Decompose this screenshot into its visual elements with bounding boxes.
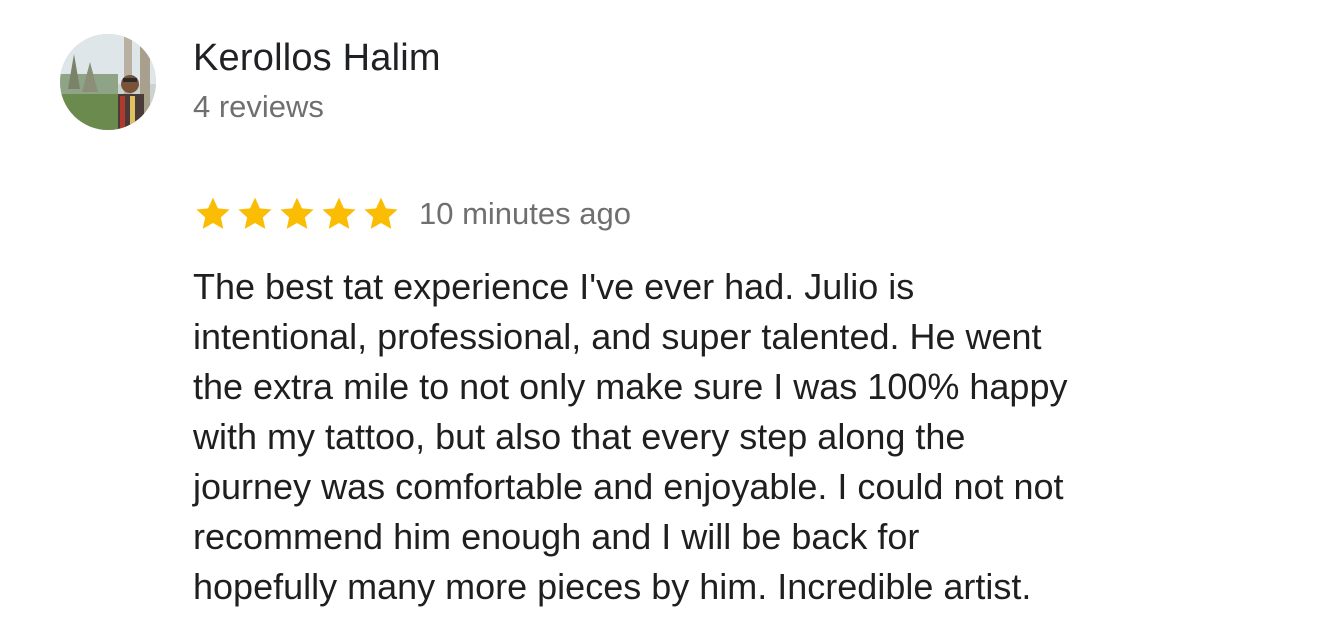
reviewer-avatar[interactable]	[60, 34, 156, 130]
review-text-line: recommend him enough and I will be back …	[193, 516, 920, 557]
review-text: The best tat experience I've ever had. J…	[193, 262, 1303, 612]
star-icon	[319, 194, 359, 234]
star-icon	[277, 194, 317, 234]
star-rating	[193, 194, 403, 234]
rating-row: 10 minutes ago	[193, 194, 631, 234]
review-text-line: The best tat experience I've ever had. J…	[193, 266, 915, 307]
review-timestamp: 10 minutes ago	[419, 196, 631, 231]
star-icon	[235, 194, 275, 234]
review-text-line: the extra mile to not only make sure I w…	[193, 366, 1068, 407]
review-text-line: intentional, professional, and super tal…	[193, 316, 1042, 357]
reviewer-name[interactable]: Kerollos Halim	[193, 36, 441, 80]
review-count: 4 reviews	[193, 89, 324, 124]
review-text-line: journey was comfortable and enjoyable. I…	[193, 466, 1064, 507]
review-text-line: hopefully many more pieces by him. Incre…	[193, 566, 1032, 607]
profile-photo-icon	[60, 34, 156, 130]
review-text-line: with my tattoo, but also that every step…	[193, 416, 966, 457]
star-icon	[193, 194, 233, 234]
star-icon	[361, 194, 401, 234]
